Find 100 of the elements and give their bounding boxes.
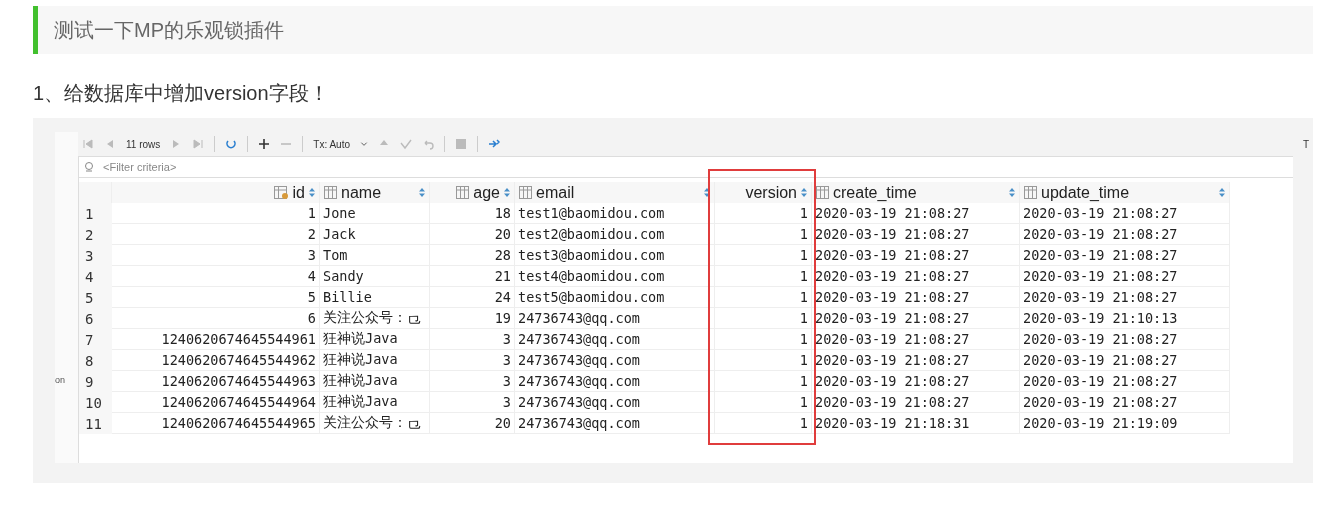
row-number: 8 <box>79 350 112 371</box>
table-cell: 24736743@qq.com <box>515 329 715 350</box>
column-header[interactable]: create_time <box>812 182 1020 203</box>
table-cell: 关注公众号：⺋ <box>320 413 430 434</box>
table-cell: 1 <box>715 329 812 350</box>
table-cell: 2020-03-19 21:08:27 <box>1020 371 1230 392</box>
table-cell: 2 <box>112 224 320 245</box>
table-cell: Jack <box>320 224 430 245</box>
filter-field[interactable]: <Filter criteria> <box>103 161 303 173</box>
table-cell: 1 <box>715 266 812 287</box>
table-cell: 3 <box>430 371 515 392</box>
table-cell: 3 <box>430 329 515 350</box>
row-number: 7 <box>79 329 112 350</box>
toolbar-text: T <box>1302 138 1309 150</box>
row-number: 5 <box>79 287 112 308</box>
column-header[interactable]: version <box>715 182 812 203</box>
table-cell: 24736743@qq.com <box>515 350 715 371</box>
table-cell: 1 <box>715 371 812 392</box>
side-text: on <box>55 375 66 385</box>
table-cell: 28 <box>430 245 515 266</box>
table-cell: 1 <box>715 224 812 245</box>
table-cell: 1240620674645544961 <box>112 329 320 350</box>
last-page-icon[interactable] <box>192 138 205 150</box>
stop-icon[interactable] <box>454 138 467 150</box>
table-cell: 1 <box>112 203 320 224</box>
sort-icon[interactable] <box>704 188 710 197</box>
table-cell: 1 <box>715 350 812 371</box>
sort-icon[interactable] <box>1219 188 1225 197</box>
column-header[interactable]: update_time <box>1020 182 1230 203</box>
table-cell: Billie <box>320 287 430 308</box>
table-cell: 1 <box>715 245 812 266</box>
column-icon <box>816 186 829 199</box>
table-cell: 4 <box>112 266 320 287</box>
caret-icon[interactable] <box>359 140 368 148</box>
table-cell: 24736743@qq.com <box>515 308 715 329</box>
sort-icon[interactable] <box>419 188 425 197</box>
row-count: 11 rows <box>126 138 161 150</box>
row-number: 1 <box>79 203 112 224</box>
table-cell: 3 <box>430 392 515 413</box>
table-cell: 2020-03-19 21:08:27 <box>1020 287 1230 308</box>
table-cell: 2020-03-19 21:08:27 <box>1020 329 1230 350</box>
row-number: 10 <box>79 392 112 413</box>
table-cell: test5@baomidou.com <box>515 287 715 308</box>
table-cell: 1 <box>715 392 812 413</box>
table-cell: 2020-03-19 21:18:31 <box>812 413 1020 434</box>
table-cell: 1 <box>715 308 812 329</box>
table-cell: test1@baomidou.com <box>515 203 715 224</box>
table-cell: test3@baomidou.com <box>515 245 715 266</box>
table-cell: 24736743@qq.com <box>515 371 715 392</box>
sort-icon[interactable] <box>309 188 315 197</box>
table-cell: 2020-03-19 21:08:27 <box>812 350 1020 371</box>
first-page-icon[interactable] <box>82 138 94 150</box>
table-cell: test4@baomidou.com <box>515 266 715 287</box>
table-cell: 2020-03-19 21:08:27 <box>812 266 1020 287</box>
key-column-icon <box>273 185 289 200</box>
table-cell: 24 <box>430 287 515 308</box>
table-cell: 6 <box>112 308 320 329</box>
table-cell: 狂神说Java <box>320 350 430 371</box>
table-cell: 2020-03-19 21:19:09 <box>1020 413 1230 434</box>
add-icon[interactable] <box>258 138 271 150</box>
table-cell: 3 <box>112 245 320 266</box>
sort-icon[interactable] <box>1009 188 1015 197</box>
filter-icon[interactable] <box>83 161 95 173</box>
table-cell: 1240620674645544963 <box>112 371 320 392</box>
table-cell: 狂神说Java <box>320 329 430 350</box>
column-header[interactable]: email <box>515 182 715 203</box>
row-number: 9 <box>79 371 112 392</box>
column-header[interactable]: name <box>320 182 430 203</box>
transaction-mode-dropdown[interactable]: Tx: Auto <box>313 138 350 150</box>
column-header[interactable]: id <box>112 182 320 203</box>
sort-icon[interactable] <box>504 188 510 197</box>
row-number: 3 <box>79 245 112 266</box>
column-icon <box>324 186 337 199</box>
table-cell: test2@baomidou.com <box>515 224 715 245</box>
table-cell: 1240620674645544964 <box>112 392 320 413</box>
table-cell: 2020-03-19 21:08:27 <box>812 245 1020 266</box>
row-number: 11 <box>79 413 112 434</box>
table-cell: 19 <box>430 308 515 329</box>
check-icon[interactable] <box>399 138 412 150</box>
row-number: 4 <box>79 266 112 287</box>
table-cell: 21 <box>430 266 515 287</box>
table-cell: 2020-03-19 21:08:27 <box>1020 224 1230 245</box>
table-cell: 1240620674645544962 <box>112 350 320 371</box>
pin-icon[interactable] <box>487 138 500 150</box>
table-cell: 2020-03-19 21:08:27 <box>1020 266 1230 287</box>
table-cell: 1 <box>715 203 812 224</box>
table-cell: 2020-03-19 21:08:27 <box>1020 203 1230 224</box>
table-cell: 1 <box>715 413 812 434</box>
table-cell: 2020-03-19 21:08:27 <box>812 224 1020 245</box>
table-cell: 24736743@qq.com <box>515 413 715 434</box>
sort-icon[interactable] <box>801 188 807 197</box>
table-cell: 2020-03-19 21:08:27 <box>812 371 1020 392</box>
table-cell: 关注公众号：⺋ <box>320 308 430 329</box>
column-header[interactable]: age <box>430 182 515 203</box>
refresh-icon[interactable] <box>225 138 238 150</box>
step-heading: 1、给数据库中增加version字段！ <box>33 81 330 106</box>
table-cell: 狂神说Java <box>320 371 430 392</box>
table-cell: 2020-03-19 21:08:27 <box>812 287 1020 308</box>
table-cell: Tom <box>320 245 430 266</box>
table-cell: 2020-03-19 21:08:27 <box>1020 350 1230 371</box>
